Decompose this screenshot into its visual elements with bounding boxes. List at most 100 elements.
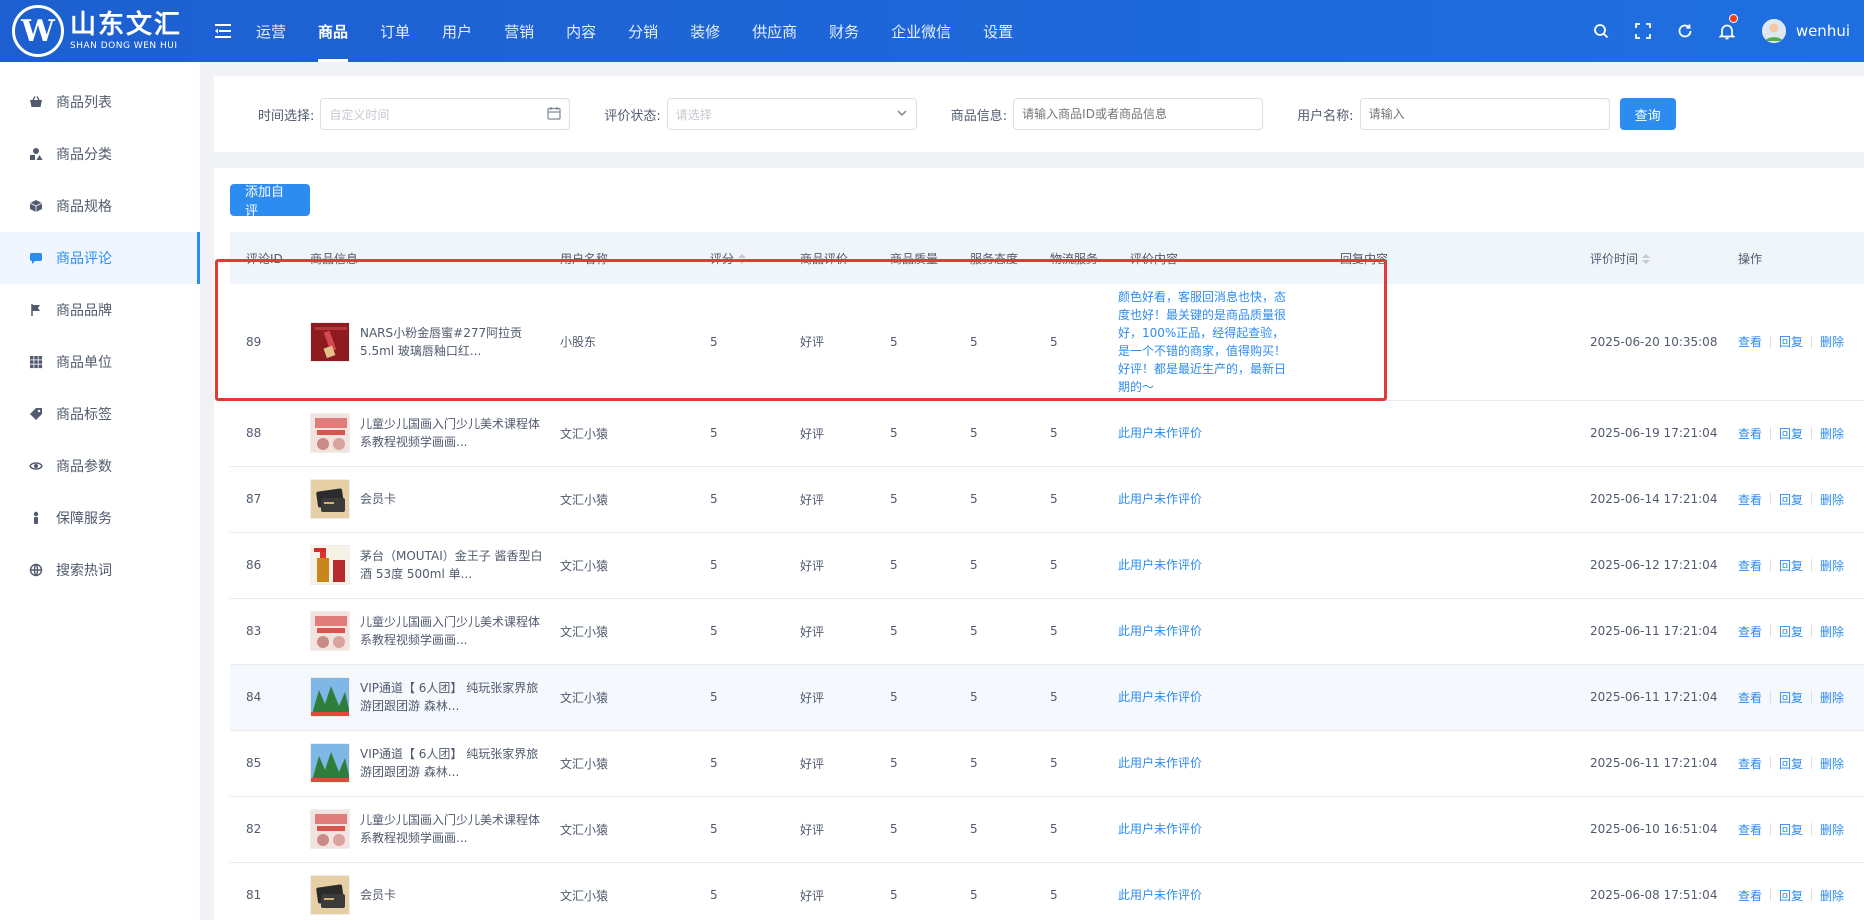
nav-item[interactable]: 装修 <box>674 0 736 62</box>
nav-item[interactable]: 供应商 <box>736 0 813 62</box>
product-thumbnail[interactable] <box>310 611 350 651</box>
sidebar-item[interactable]: 商品规格 <box>0 180 200 232</box>
product-thumbnail[interactable] <box>310 875 350 915</box>
sort-icon[interactable] <box>738 254 747 264</box>
bell-icon[interactable] <box>1706 0 1748 62</box>
logistics-score-cell: 5 <box>1034 400 1114 467</box>
reply-button[interactable]: 回复 <box>1779 557 1803 574</box>
sidebar-item[interactable]: 商品分类 <box>0 128 200 180</box>
table-body: 89 NARS小粉金唇蜜#277阿拉贡 5.5ml 玻璃唇釉口红... 小股东 5 好评… <box>230 284 1864 920</box>
product-thumbnail[interactable] <box>310 809 350 849</box>
nav-item[interactable]: 商品 <box>302 0 364 62</box>
reply-button[interactable]: 回复 <box>1779 333 1803 350</box>
username-input[interactable] <box>1359 98 1610 130</box>
view-button[interactable]: 查看 <box>1738 821 1762 838</box>
sidebar-item[interactable]: 商品标签 <box>0 388 200 440</box>
service-score-cell: 5 <box>954 664 1034 731</box>
review-time-cell: 2025-06-19 17:21:04 <box>1574 400 1722 467</box>
product-cell: NARS小粉金唇蜜#277阿拉贡 5.5ml 玻璃唇釉口红... <box>294 284 544 401</box>
product-thumbnail[interactable] <box>310 321 350 362</box>
reply-button[interactable]: 回复 <box>1779 821 1803 838</box>
delete-button[interactable]: 删除 <box>1820 887 1844 904</box>
sidebar-item[interactable]: 商品单位 <box>0 336 200 388</box>
avatar[interactable] <box>1761 19 1786 43</box>
product-thumbnail[interactable] <box>310 479 350 519</box>
actions-cell: 查看 回复 删除 <box>1722 532 1864 599</box>
product-thumbnail[interactable] <box>310 677 350 717</box>
product-thumbnail[interactable] <box>310 545 350 585</box>
fullscreen-icon[interactable] <box>1622 0 1664 62</box>
column-header[interactable]: 评分 <box>694 232 784 284</box>
status-select[interactable]: 请选择 <box>666 98 917 130</box>
delete-button[interactable]: 删除 <box>1820 333 1844 350</box>
reply-button[interactable]: 回复 <box>1779 689 1803 706</box>
reply-button[interactable]: 回复 <box>1779 623 1803 640</box>
delete-button[interactable]: 删除 <box>1820 755 1844 772</box>
sidebar-item[interactable]: 商品品牌 <box>0 284 200 336</box>
sidebar-item[interactable]: 保障服务 <box>0 492 200 544</box>
search-icon[interactable] <box>1580 0 1622 62</box>
delete-button[interactable]: 删除 <box>1820 425 1844 442</box>
table-row: 83 儿童少儿国画入门少儿美术课程体系教程视频学画画... 文汇小猿 5 好评 5 5 5 此用… <box>230 598 1864 665</box>
view-button[interactable]: 查看 <box>1738 333 1762 350</box>
refresh-icon[interactable] <box>1664 0 1706 62</box>
review-content: 此用户未作评价 <box>1118 426 1203 440</box>
username[interactable]: wenhui <box>1796 22 1850 40</box>
user-name-cell: 文汇小猿 <box>544 862 694 920</box>
delete-button[interactable]: 删除 <box>1820 689 1844 706</box>
score: 5 <box>710 756 718 770</box>
delete-button[interactable]: 删除 <box>1820 623 1844 640</box>
view-button[interactable]: 查看 <box>1738 755 1762 772</box>
divider <box>1811 823 1813 835</box>
nav-item[interactable]: 营销 <box>488 0 550 62</box>
nav-item[interactable]: 分销 <box>612 0 674 62</box>
reply-button[interactable]: 回复 <box>1779 755 1803 772</box>
sidebar-item[interactable]: 商品评论 <box>0 232 200 284</box>
query-button[interactable]: 查询 <box>1619 98 1676 130</box>
delete-button[interactable]: 删除 <box>1820 821 1844 838</box>
nav-item[interactable]: 内容 <box>550 0 612 62</box>
product-search-input[interactable] <box>1013 98 1264 130</box>
divider <box>1770 427 1772 439</box>
view-button[interactable]: 查看 <box>1738 425 1762 442</box>
nav-item[interactable]: 用户 <box>426 0 488 62</box>
logistics-score: 5 <box>1050 334 1058 349</box>
reply-button[interactable]: 回复 <box>1779 887 1803 904</box>
product-thumbnail[interactable] <box>310 743 350 783</box>
reply-button[interactable]: 回复 <box>1779 425 1803 442</box>
nav-item[interactable]: 财务 <box>813 0 875 62</box>
nav-item[interactable]: 企业微信 <box>875 0 967 62</box>
nav-item[interactable]: 运营 <box>240 0 302 62</box>
score-cell: 5 <box>694 730 784 797</box>
nav-item[interactable]: 订单 <box>364 0 426 62</box>
nav-item[interactable]: 设置 <box>967 0 1029 62</box>
score-cell: 5 <box>694 532 784 599</box>
user-name: 文汇小猿 <box>560 492 609 507</box>
view-button[interactable]: 查看 <box>1738 623 1762 640</box>
sidebar-item[interactable]: 商品列表 <box>0 76 200 128</box>
view-button[interactable]: 查看 <box>1738 557 1762 574</box>
delete-button[interactable]: 删除 <box>1820 491 1844 508</box>
view-button[interactable]: 查看 <box>1738 887 1762 904</box>
logo[interactable]: W 山东文汇 SHAN DONG WEN HUI <box>0 0 200 62</box>
time-range-picker[interactable]: 自定义时间 <box>320 98 571 130</box>
table-row: 89 NARS小粉金唇蜜#277阿拉贡 5.5ml 玻璃唇釉口红... 小股东 5 好评… <box>230 284 1864 401</box>
view-button[interactable]: 查看 <box>1738 689 1762 706</box>
score: 5 <box>710 690 718 704</box>
product-thumbnail[interactable] <box>310 413 350 453</box>
reply-button[interactable]: 回复 <box>1779 491 1803 508</box>
user-name-cell: 文汇小猿 <box>544 466 694 533</box>
user-name-cell: 文汇小猿 <box>544 730 694 797</box>
add-review-button[interactable]: 添加自评 <box>230 184 310 219</box>
view-button[interactable]: 查看 <box>1738 491 1762 508</box>
table-row: 81 会员卡 文汇小猿 5 好评 5 5 5 此用户未作评价 2025-06-08 17:51:0… <box>230 862 1864 920</box>
sidebar-item[interactable]: 搜索热词 <box>0 544 200 596</box>
sidebar-item[interactable]: 商品参数 <box>0 440 200 492</box>
reply-content-cell <box>1324 284 1574 401</box>
delete-button[interactable]: 删除 <box>1820 557 1844 574</box>
chevron-down-icon <box>896 107 908 122</box>
sort-icon[interactable] <box>1642 254 1651 264</box>
column-header[interactable]: 评价时间 <box>1574 232 1722 284</box>
menu-toggle-icon[interactable] <box>206 0 240 62</box>
service-score-cell: 5 <box>954 400 1034 467</box>
